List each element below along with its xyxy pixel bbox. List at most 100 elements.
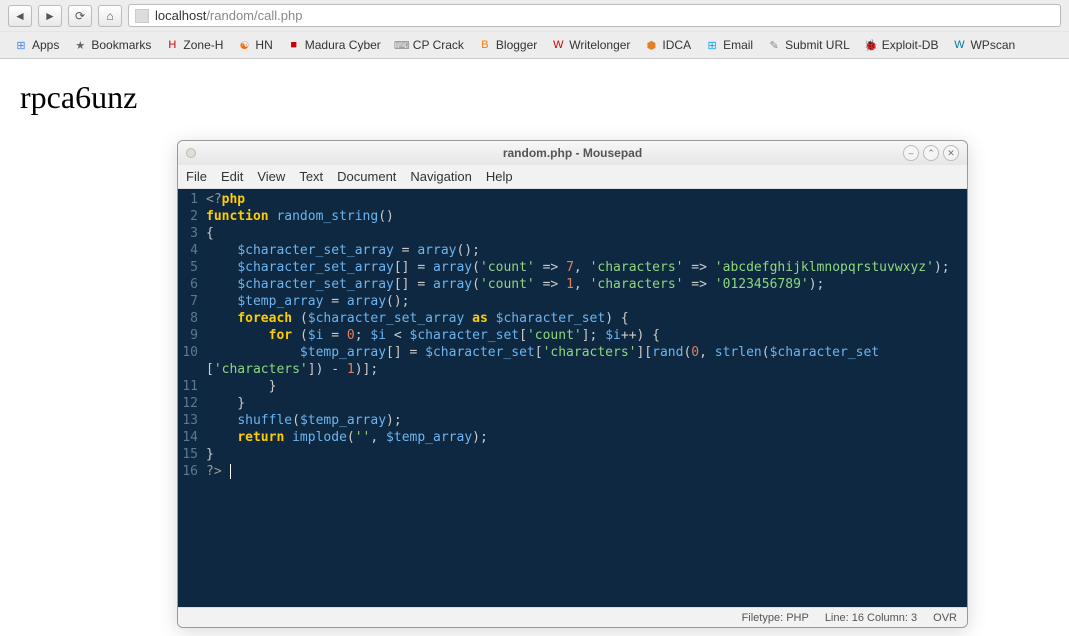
menu-navigation[interactable]: Navigation — [410, 169, 471, 184]
bookmark-submit-url[interactable]: ✎ Submit URL — [761, 36, 856, 54]
url-host: localhost — [155, 8, 206, 23]
home-button[interactable]: ⌂ — [98, 5, 122, 27]
bookmark-wpscan[interactable]: WWPscan — [946, 36, 1021, 54]
code-line[interactable]: ['characters']) - 1)]; — [178, 361, 967, 378]
menu-text[interactable]: Text — [299, 169, 323, 184]
reload-button[interactable]: ⟳ — [68, 5, 92, 27]
code-content: $temp_array[] = $character_set['characte… — [206, 344, 967, 361]
bookmarks-bar: ⊞Apps★BookmarksHZone-H☯HN■Madura Cyber⌨C… — [0, 31, 1069, 58]
browser-chrome: ◄ ► ⟳ ⌂ localhost/random/call.php ⊞Apps★… — [0, 0, 1069, 59]
bookmark-icon: ■ — [287, 38, 301, 52]
line-number: 2 — [178, 208, 206, 225]
code-line[interactable]: 15} — [178, 446, 967, 463]
line-number: 12 — [178, 395, 206, 412]
bookmark-apps[interactable]: ⊞Apps — [8, 36, 65, 54]
code-line[interactable]: 8 foreach ($character_set_array as $char… — [178, 310, 967, 327]
line-number: 11 — [178, 378, 206, 395]
bookmark-icon: 🐞 — [864, 38, 878, 52]
code-content: ['characters']) - 1)]; — [206, 361, 967, 378]
bookmark-label: WPscan — [970, 38, 1015, 52]
code-line[interactable]: 13 shuffle($temp_array); — [178, 412, 967, 429]
bookmark-icon: ★ — [73, 38, 87, 52]
menu-view[interactable]: View — [257, 169, 285, 184]
code-line[interactable]: 10 $temp_array[] = $character_set['chara… — [178, 344, 967, 361]
line-number — [178, 361, 206, 378]
bookmark-email[interactable]: ⊞ Email — [699, 36, 759, 54]
bookmark-exploit-db[interactable]: 🐞Exploit-DB — [858, 36, 945, 54]
code-area[interactable]: 1<?php2function random_string()3{4 $char… — [178, 189, 967, 607]
bookmark-label: Blogger — [496, 38, 537, 52]
bookmark-label: CP Crack — [413, 38, 464, 52]
bookmark-blogger[interactable]: B Blogger — [472, 36, 543, 54]
editor-statusbar: Filetype: PHP Line: 16 Column: 3 OVR — [178, 607, 967, 627]
url-bar[interactable]: localhost/random/call.php — [128, 4, 1061, 27]
bookmark-icon: ⊞ — [705, 38, 719, 52]
bookmark-icon: ✎ — [767, 38, 781, 52]
line-number: 4 — [178, 242, 206, 259]
code-line[interactable]: 4 $character_set_array = array(); — [178, 242, 967, 259]
line-number: 5 — [178, 259, 206, 276]
bookmark-label: Submit URL — [785, 38, 850, 52]
bookmark-zone-h[interactable]: HZone-H — [159, 36, 229, 54]
bookmark-label: Email — [723, 38, 753, 52]
line-number: 16 — [178, 463, 206, 480]
code-line[interactable]: 16?> — [178, 463, 967, 480]
code-content: } — [206, 446, 967, 463]
bookmark-icon: W — [551, 38, 565, 52]
code-line[interactable]: 12 } — [178, 395, 967, 412]
menu-file[interactable]: File — [186, 169, 207, 184]
code-content: for ($i = 0; $i < $character_set['count'… — [206, 327, 967, 344]
code-line[interactable]: 5 $character_set_array[] = array('count'… — [178, 259, 967, 276]
editor-title: random.php - Mousepad — [178, 146, 967, 160]
status-position: Line: 16 Column: 3 — [825, 612, 917, 624]
code-line[interactable]: 2function random_string() — [178, 208, 967, 225]
code-content: function random_string() — [206, 208, 967, 225]
menu-document[interactable]: Document — [337, 169, 396, 184]
page-content: rpca6unz — [0, 59, 1069, 136]
bookmark-writelonger[interactable]: WWritelonger — [545, 36, 636, 54]
code-content: $temp_array = array(); — [206, 293, 967, 310]
forward-button[interactable]: ► — [38, 5, 62, 27]
code-line[interactable]: 11 } — [178, 378, 967, 395]
random-string-output: rpca6unz — [20, 79, 1049, 116]
bookmark-icon: ⬢ — [644, 38, 658, 52]
bookmark-icon: ⌨ — [395, 38, 409, 52]
code-line[interactable]: 6 $character_set_array[] = array('count'… — [178, 276, 967, 293]
code-content: shuffle($temp_array); — [206, 412, 967, 429]
bookmark-madura-cyber[interactable]: ■ Madura Cyber — [281, 36, 387, 54]
editor-titlebar[interactable]: random.php - Mousepad – ⌃ ✕ — [178, 141, 967, 165]
bookmark-icon: ☯ — [237, 38, 251, 52]
url-path: /random/call.php — [206, 8, 302, 23]
bookmark-hn[interactable]: ☯ HN — [231, 36, 278, 54]
code-line[interactable]: 7 $temp_array = array(); — [178, 293, 967, 310]
status-mode: OVR — [933, 612, 957, 624]
code-content: $character_set_array[] = array('count' =… — [206, 276, 967, 293]
bookmark-bookmarks[interactable]: ★Bookmarks — [67, 36, 157, 54]
code-content: foreach ($character_set_array as $charac… — [206, 310, 967, 327]
menu-edit[interactable]: Edit — [221, 169, 243, 184]
line-number: 7 — [178, 293, 206, 310]
code-line[interactable]: 14 return implode('', $temp_array); — [178, 429, 967, 446]
line-number: 10 — [178, 344, 206, 361]
status-filetype: Filetype: PHP — [742, 612, 809, 624]
code-content: <?php — [206, 191, 967, 208]
code-content: { — [206, 225, 967, 242]
bookmark-icon: B — [478, 38, 492, 52]
menu-help[interactable]: Help — [486, 169, 513, 184]
code-content: ?> — [206, 463, 967, 480]
code-line[interactable]: 3{ — [178, 225, 967, 242]
bookmark-label: Apps — [32, 38, 59, 52]
line-number: 14 — [178, 429, 206, 446]
code-content: $character_set_array[] = array('count' =… — [206, 259, 967, 276]
line-number: 1 — [178, 191, 206, 208]
line-number: 13 — [178, 412, 206, 429]
code-line[interactable]: 9 for ($i = 0; $i < $character_set['coun… — [178, 327, 967, 344]
bookmark-cp-crack[interactable]: ⌨ CP Crack — [389, 36, 470, 54]
bookmark-idca[interactable]: ⬢IDCA — [638, 36, 697, 54]
bookmark-label: HN — [255, 38, 272, 52]
code-line[interactable]: 1<?php — [178, 191, 967, 208]
back-button[interactable]: ◄ — [8, 5, 32, 27]
editor-window: random.php - Mousepad – ⌃ ✕ File Edit View… — [177, 140, 968, 628]
bookmark-label: Madura Cyber — [305, 38, 381, 52]
code-content: return implode('', $temp_array); — [206, 429, 967, 446]
